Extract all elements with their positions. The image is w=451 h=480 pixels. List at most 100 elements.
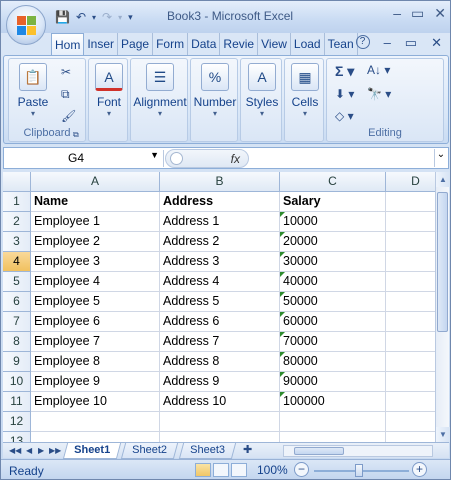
cell-a11[interactable]: Employee 10 bbox=[31, 392, 160, 412]
insert-sheet-icon[interactable]: ✚ bbox=[243, 443, 252, 458]
page-break-view-icon[interactable] bbox=[231, 463, 247, 477]
cell-a8[interactable]: Employee 7 bbox=[31, 332, 160, 352]
cell-b11[interactable]: Address 10 bbox=[160, 392, 280, 412]
group-font[interactable]: A Font ▾ bbox=[88, 58, 128, 142]
tab-team[interactable]: Tean bbox=[325, 33, 358, 55]
row-header[interactable]: 10 bbox=[3, 372, 31, 392]
select-all-button[interactable] bbox=[3, 172, 31, 192]
cell-b3[interactable]: Address 2 bbox=[160, 232, 280, 252]
cell-d11[interactable] bbox=[386, 392, 435, 412]
sheet-tab-sheet3[interactable]: Sheet3 bbox=[178, 443, 237, 459]
group-styles[interactable]: A Styles ▾ bbox=[240, 58, 282, 142]
sheet-tab-sheet2[interactable]: Sheet2 bbox=[120, 443, 179, 459]
cell-d13[interactable] bbox=[386, 432, 435, 442]
column-header-a[interactable]: A bbox=[31, 172, 160, 192]
cell-d7[interactable] bbox=[386, 312, 435, 332]
undo-icon[interactable]: ↶ bbox=[74, 10, 88, 24]
tab-load[interactable]: Load bbox=[291, 33, 325, 55]
row-header[interactable]: 11 bbox=[3, 392, 31, 412]
tab-view[interactable]: View bbox=[258, 33, 291, 55]
cell-d12[interactable] bbox=[386, 412, 435, 432]
number-as-text-indicator[interactable] bbox=[280, 252, 285, 257]
row-header[interactable]: 1 bbox=[3, 192, 31, 212]
cell-d2[interactable] bbox=[386, 212, 435, 232]
sort-filter-icon[interactable]: A↓ ▾ bbox=[367, 63, 390, 77]
ribbon-minimize-button[interactable]: – bbox=[384, 35, 391, 51]
scroll-up-icon[interactable]: ▲ bbox=[436, 172, 450, 187]
find-select-icon[interactable]: 🔭 ▾ bbox=[367, 87, 391, 101]
copy-icon[interactable]: ⧉ bbox=[61, 87, 70, 102]
cell-d10[interactable] bbox=[386, 372, 435, 392]
redo-dropdown-icon[interactable]: ▾ bbox=[116, 13, 124, 22]
vertical-scrollbar[interactable]: ▲ ▼ bbox=[435, 172, 450, 442]
fill-icon[interactable]: ⬇ ▾ bbox=[335, 87, 354, 101]
name-box[interactable]: G4 ▼ bbox=[6, 150, 164, 167]
name-box-dropdown-icon[interactable]: ▼ bbox=[150, 150, 159, 160]
group-number[interactable]: % Number ▾ bbox=[190, 58, 238, 142]
cell-c4[interactable]: 30000 bbox=[280, 252, 386, 272]
number-as-text-indicator[interactable] bbox=[280, 292, 285, 297]
cell-a10[interactable]: Employee 9 bbox=[31, 372, 160, 392]
cell-b5[interactable]: Address 4 bbox=[160, 272, 280, 292]
zoom-level[interactable]: 100% bbox=[257, 463, 288, 477]
cell-b7[interactable]: Address 6 bbox=[160, 312, 280, 332]
number-as-text-indicator[interactable] bbox=[280, 232, 285, 237]
save-icon[interactable]: 💾 bbox=[53, 10, 72, 24]
ribbon-close-button[interactable]: ✕ bbox=[431, 35, 442, 51]
number-as-text-indicator[interactable] bbox=[280, 212, 285, 217]
cell-a7[interactable]: Employee 6 bbox=[31, 312, 160, 332]
format-painter-icon[interactable]: 🖌 bbox=[61, 109, 76, 123]
cell-a1[interactable]: Name bbox=[31, 192, 160, 212]
horizontal-scroll-thumb[interactable] bbox=[294, 447, 344, 455]
undo-dropdown-icon[interactable]: ▾ bbox=[90, 13, 98, 22]
row-header[interactable]: 12 bbox=[3, 412, 31, 432]
cell-b6[interactable]: Address 5 bbox=[160, 292, 280, 312]
next-sheet-icon[interactable]: ▶ bbox=[38, 443, 44, 458]
expand-formula-bar-icon[interactable]: ⌄ bbox=[434, 149, 447, 167]
cell-b9[interactable]: Address 8 bbox=[160, 352, 280, 372]
cell-d8[interactable] bbox=[386, 332, 435, 352]
cell-a12[interactable] bbox=[31, 412, 160, 432]
help-icon[interactable]: ? bbox=[355, 35, 370, 49]
row-header[interactable]: 9 bbox=[3, 352, 31, 372]
cell-d4[interactable] bbox=[386, 252, 435, 272]
page-layout-view-icon[interactable] bbox=[213, 463, 229, 477]
cell-d5[interactable] bbox=[386, 272, 435, 292]
row-header[interactable]: 6 bbox=[3, 292, 31, 312]
cell-a13[interactable] bbox=[31, 432, 160, 442]
row-header[interactable]: 8 bbox=[3, 332, 31, 352]
cell-d1[interactable] bbox=[386, 192, 435, 212]
cell-c6[interactable]: 50000 bbox=[280, 292, 386, 312]
tab-insert[interactable]: Inser bbox=[84, 33, 119, 55]
cell-c9[interactable]: 80000 bbox=[280, 352, 386, 372]
cell-b10[interactable]: Address 9 bbox=[160, 372, 280, 392]
cell-c8[interactable]: 70000 bbox=[280, 332, 386, 352]
normal-view-icon[interactable] bbox=[195, 463, 211, 477]
cell-b12[interactable] bbox=[160, 412, 280, 432]
number-as-text-indicator[interactable] bbox=[280, 372, 285, 377]
cell-c1[interactable]: Salary bbox=[280, 192, 386, 212]
cell-d3[interactable] bbox=[386, 232, 435, 252]
number-as-text-indicator[interactable] bbox=[280, 272, 285, 277]
row-header[interactable]: 3 bbox=[3, 232, 31, 252]
row-header[interactable]: 13 bbox=[3, 432, 31, 442]
last-sheet-icon[interactable]: ▶▶ bbox=[49, 443, 61, 458]
vertical-scroll-thumb[interactable] bbox=[437, 192, 448, 332]
group-alignment[interactable]: ☰ Alignment ▾ bbox=[130, 58, 188, 142]
first-sheet-icon[interactable]: ◀◀ bbox=[9, 443, 21, 458]
tab-review[interactable]: Revie bbox=[220, 33, 259, 55]
tab-data[interactable]: Data bbox=[188, 33, 221, 55]
cell-c5[interactable]: 40000 bbox=[280, 272, 386, 292]
scroll-down-icon[interactable]: ▼ bbox=[436, 427, 450, 442]
tab-formulas[interactable]: Form bbox=[153, 33, 189, 55]
column-header-d[interactable]: D bbox=[386, 172, 435, 192]
cell-a5[interactable]: Employee 4 bbox=[31, 272, 160, 292]
paste-button[interactable]: 📋 Paste ▾ bbox=[15, 63, 51, 118]
cell-b2[interactable]: Address 1 bbox=[160, 212, 280, 232]
cell-b4[interactable]: Address 3 bbox=[160, 252, 280, 272]
zoom-in-icon[interactable]: + bbox=[412, 462, 427, 477]
cell-c12[interactable] bbox=[280, 412, 386, 432]
column-header-b[interactable]: B bbox=[160, 172, 280, 192]
clipboard-launcher-icon[interactable]: ⧉ bbox=[73, 130, 79, 140]
cell-c13[interactable] bbox=[280, 432, 386, 442]
